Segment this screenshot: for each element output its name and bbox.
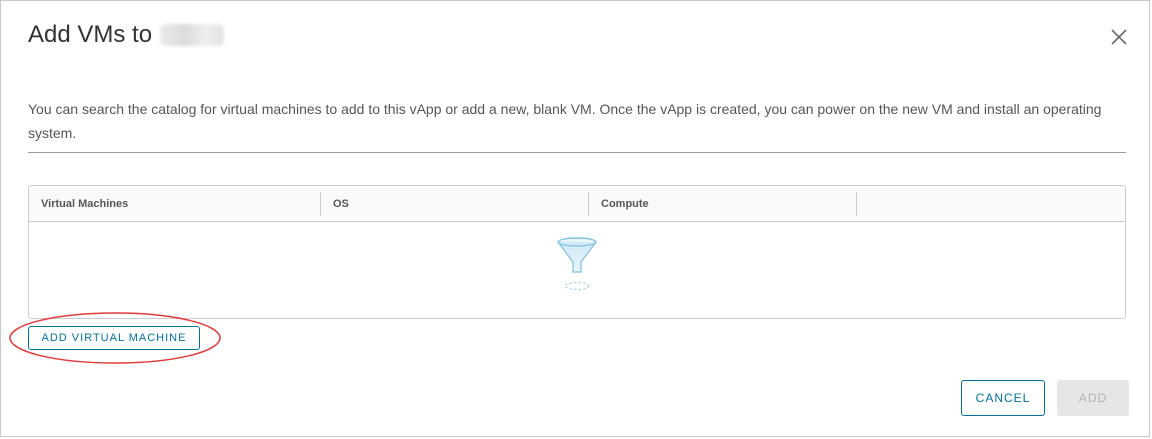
cancel-button[interactable]: CANCEL	[961, 380, 1045, 416]
datagrid-body	[29, 222, 1125, 318]
add-virtual-machine-button[interactable]: ADD VIRTUAL MACHINE	[28, 326, 200, 350]
add-vms-dialog: Add VMs to You can search the catalog fo…	[0, 0, 1150, 437]
column-header-empty	[857, 186, 1125, 221]
close-icon	[1111, 29, 1127, 45]
close-button[interactable]	[1109, 27, 1129, 47]
empty-filter-icon	[557, 237, 597, 290]
column-header-compute[interactable]: Compute	[589, 186, 857, 221]
divider	[28, 152, 1126, 153]
redacted-vapp-name	[160, 24, 225, 46]
column-header-os[interactable]: OS	[321, 186, 589, 221]
vm-datagrid: Virtual Machines OS Compute	[28, 185, 1126, 319]
column-header-virtual-machines[interactable]: Virtual Machines	[29, 186, 321, 221]
add-button[interactable]: ADD	[1057, 380, 1129, 416]
datagrid-header: Virtual Machines OS Compute	[29, 186, 1125, 222]
dialog-description: You can search the catalog for virtual m…	[28, 101, 1102, 141]
dialog-title-text: Add VMs to	[28, 21, 153, 48]
dialog-title: Add VMs to	[28, 21, 225, 49]
